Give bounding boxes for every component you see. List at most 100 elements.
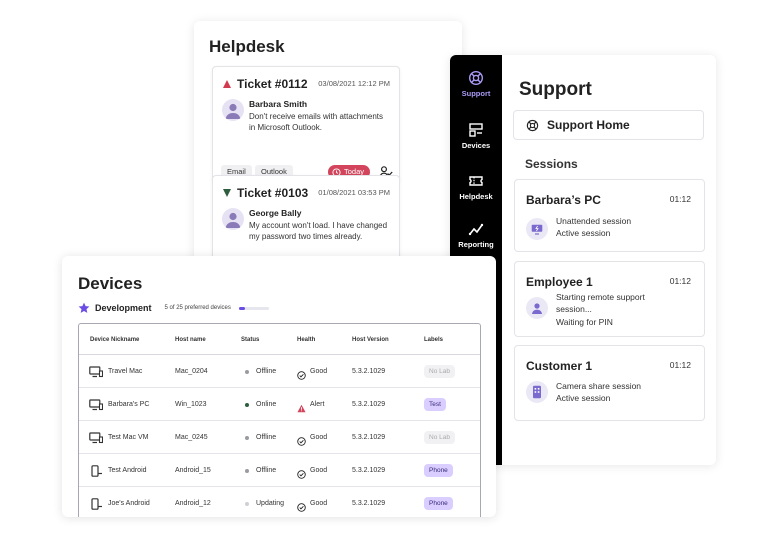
session-name: Barbara’s PC [526,193,601,207]
session-card[interactable]: Employee 1 01:12 Starting remote support… [514,261,705,337]
page-title: Support [519,79,592,100]
mobile-device-icon [89,497,103,510]
device-label[interactable]: Phone [424,497,453,510]
session-card[interactable]: Barbara’s PC 01:12 Unattended session Ac… [514,179,705,252]
priority-high-icon [223,80,231,88]
session-card[interactable]: Customer 1 01:12 Camera share session Ac… [514,345,705,421]
preferred-progress-bar [238,306,269,310]
check-circle-icon [297,499,306,512]
session-time: 01:12 [669,360,691,370]
host-name: Mac_0245 [175,434,208,441]
sessions-heading: Sessions [525,157,578,171]
session-status: Active session [556,393,611,403]
nav-label: Helpdesk [459,192,493,201]
device-health: Good [310,500,328,507]
device-group-name: Development [95,303,152,313]
status-dot [245,469,249,473]
device-label[interactable]: Phone [424,464,453,477]
table-row[interactable]: Test Android Android_15 Offline Good 5.3.2.1… [79,454,480,487]
table-row[interactable]: Test Mac VM Mac_0245 Offline Good 5.3.2.1029… [79,421,480,454]
avatar [222,208,244,230]
ticket-date: 01/08/2021 03:53 PM [318,188,390,197]
device-status: Offline [256,368,277,375]
devices-panel: Devices Development 5 of 25 preferred de… [62,256,496,517]
ticket-header: Ticket #0103 [223,186,308,200]
monitor-icon [526,218,548,240]
check-circle-icon [297,433,306,446]
support-home-label: Support Home [547,118,630,132]
user-icon [526,297,548,319]
devices-table: Device Nickname Host name Status Health … [78,323,481,517]
device-nickname[interactable]: Joe's Android [108,500,150,507]
nav-reporting[interactable]: Reporting [450,221,502,249]
priority-low-icon [223,189,231,197]
host-version: 5.3.2.1029 [352,401,386,408]
desktop-device-icon [89,365,104,378]
device-status: Updating [256,500,285,507]
ticket-card[interactable]: Ticket #0112 03/08/2021 12:12 PM Barbara… [212,66,400,183]
device-nickname[interactable]: Barbara's PC [108,401,149,408]
check-circle-icon [297,367,306,380]
device-status: Offline [256,434,277,441]
nav-label: Support [461,89,491,98]
device-label[interactable]: No Lab [424,365,455,378]
ticket-message: Don't receive emails with attachments in… [249,112,384,132]
status-dot [245,403,249,407]
nav-helpdesk[interactable]: Helpdesk [450,173,502,201]
column-header[interactable]: Status [241,337,259,343]
device-nickname[interactable]: Travel Mac [108,368,142,375]
column-header[interactable]: Host Version [352,337,389,343]
column-header[interactable]: Host name [175,337,206,343]
device-health: Good [310,434,328,441]
mobile-device-icon [89,464,103,477]
table-row[interactable]: Barbara's PC Win_1023 Online Alert 5.3.2.102… [79,388,480,421]
lifebuoy-icon [526,119,539,131]
support-home-button[interactable]: Support Home [513,110,704,140]
column-header[interactable]: Health [297,337,315,343]
devices-icon [469,123,483,137]
session-status: Waiting for PIN [556,317,613,327]
device-label[interactable]: No Lab [424,431,455,444]
preferred-count: 5 of 25 preferred devices [164,305,231,311]
helpdesk-panel: Helpdesk Ticket #0112 03/08/2021 12:12 P… [194,21,462,271]
alert-icon [297,400,306,413]
nav-label: Devices [461,141,491,150]
preferred-progress-fill [238,306,245,310]
device-nickname[interactable]: Test Mac VM [108,434,148,441]
session-type: Unattended session [556,216,632,226]
host-version: 5.3.2.1029 [352,434,386,441]
star-icon [78,302,90,313]
session-type: Camera share session [556,381,642,391]
nav-devices[interactable]: Devices [450,122,502,150]
desktop-device-icon [89,398,104,411]
device-group-header: Development 5 of 25 preferred devices [78,302,269,314]
status-dot [245,502,249,506]
session-time: 01:12 [669,276,691,286]
ticket-icon [469,176,483,186]
ticket-header: Ticket #0112 [223,77,308,91]
nav-support[interactable]: Support [450,70,502,98]
table-row[interactable]: Travel Mac Mac_0204 Offline Good 5.3.2.1029 N… [79,355,480,388]
host-name: Android_12 [175,500,211,507]
nav-label: Reporting [458,240,494,249]
device-nickname[interactable]: Test Android [108,467,147,474]
ticket-date: 03/08/2021 12:12 PM [318,79,390,88]
ticket-title: Ticket #0112 [237,77,308,91]
session-status: Active session [556,228,611,238]
host-version: 5.3.2.1029 [352,500,386,507]
table-row[interactable]: Joe's Android Android_12 Updating Good 5.3.2… [79,487,480,517]
column-header[interactable]: Device Nickname [90,337,139,343]
check-circle-icon [297,466,306,479]
avatar [222,99,244,121]
host-version: 5.3.2.1029 [352,467,386,474]
host-name: Mac_0204 [175,368,208,375]
desktop-device-icon [89,431,104,444]
requester-name: George Bally [249,208,302,218]
helpdesk-title: Helpdesk [209,37,285,56]
column-header[interactable]: Labels [424,337,443,343]
app-stage: Helpdesk Ticket #0112 03/08/2021 12:12 P… [0,0,776,540]
device-label[interactable]: Test [424,398,446,411]
requester-name: Barbara Smith [249,99,308,109]
lifebuoy-icon [468,70,484,86]
host-name: Win_1023 [175,401,207,408]
